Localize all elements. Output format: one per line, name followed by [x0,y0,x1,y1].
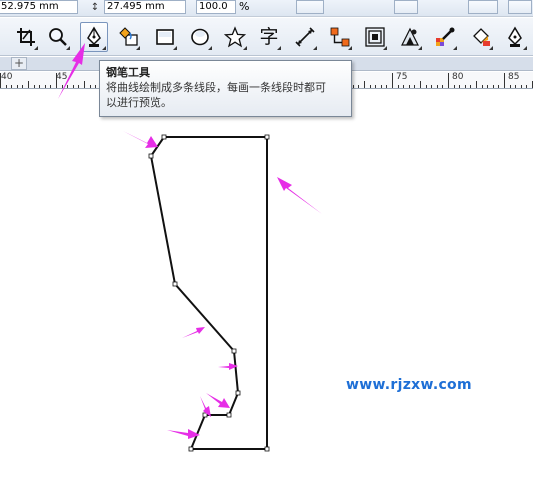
pen-tool-pointer-overlay [58,43,85,99]
app-window: 52.975 mm ↕ 27.495 mm 100.0 % 字 + 40 45 … [0,0,533,490]
annotation-arrow-icon [58,43,85,99]
